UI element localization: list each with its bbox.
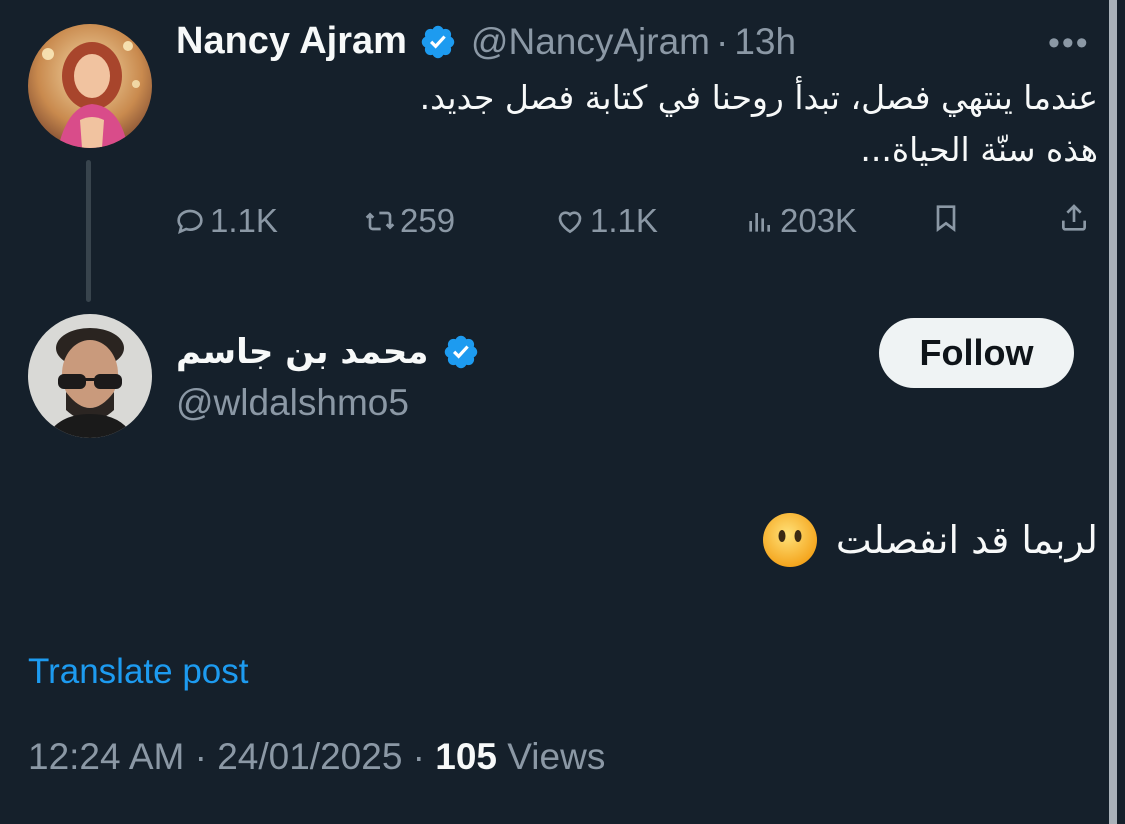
reply-author-handle[interactable]: @wldalshmo5: [176, 382, 409, 424]
post-timestamp[interactable]: 12:24 AM · 24/01/2025 ·: [28, 736, 435, 777]
bookmark-icon: [936, 205, 956, 232]
more-dots-icon[interactable]: •••: [1048, 24, 1090, 63]
translate-post-link[interactable]: Translate post: [28, 652, 248, 692]
views-count: 203K: [780, 202, 858, 239]
nancy-avatar[interactable]: [28, 24, 152, 148]
post-views-label: Views: [497, 736, 606, 777]
quoted-header: Nancy Ajram @NancyAjram · 13h: [176, 20, 796, 63]
post-time[interactable]: 13h: [734, 21, 796, 63]
post-meta: 12:24 AM · 24/01/2025 · 105 Views: [28, 736, 605, 778]
post-views-count: 105: [435, 736, 498, 777]
repost-count: 259: [400, 202, 456, 239]
reply-button[interactable]: 1.1K: [174, 202, 278, 240]
repost-button[interactable]: 259: [364, 202, 455, 240]
views-button[interactable]: 203K: [744, 202, 857, 240]
separator-dot: ·: [715, 20, 729, 62]
reply-author-avatar[interactable]: [28, 314, 152, 438]
verified-badge-icon: [419, 23, 457, 61]
share-button[interactable]: [1058, 202, 1094, 234]
tweet-detail-page: Nancy Ajram @NancyAjram · 13h ••• عندما …: [0, 0, 1125, 824]
author-name[interactable]: Nancy Ajram: [176, 20, 407, 63]
quoted-text-line1: عندما ينتهي فصل، تبدأ روحنا في كتابة فصل…: [419, 78, 1098, 117]
like-icon: [558, 211, 582, 234]
reply-count: 1.1K: [210, 202, 278, 239]
reply-author-name[interactable]: محمد بن جاسم: [176, 332, 428, 372]
action-bar: 1.1K 259 1.1K 203K: [174, 202, 1094, 252]
scrollbar[interactable]: [1109, 0, 1117, 824]
like-count: 1.1K: [590, 202, 658, 239]
reply-text-row: لربما قد انفصلت: [600, 512, 1098, 568]
no-mouth-face-emoji: [762, 512, 818, 568]
verified-badge-icon: [442, 333, 480, 371]
reply-text: لربما قد انفصلت: [835, 518, 1098, 562]
quoted-text-line2: هذه سنّة الحياة...: [860, 130, 1098, 169]
views-icon: [749, 213, 770, 232]
bookmark-button[interactable]: [930, 202, 966, 234]
thread-connector-line: [86, 160, 91, 302]
like-button[interactable]: 1.1K: [554, 202, 658, 240]
share-icon: [1062, 204, 1086, 231]
reply-icon: [177, 209, 203, 234]
author-handle[interactable]: @NancyAjram: [471, 21, 710, 63]
reply-header: محمد بن جاسم: [176, 332, 494, 372]
follow-button[interactable]: Follow: [879, 318, 1074, 388]
repost-icon: [365, 211, 395, 231]
